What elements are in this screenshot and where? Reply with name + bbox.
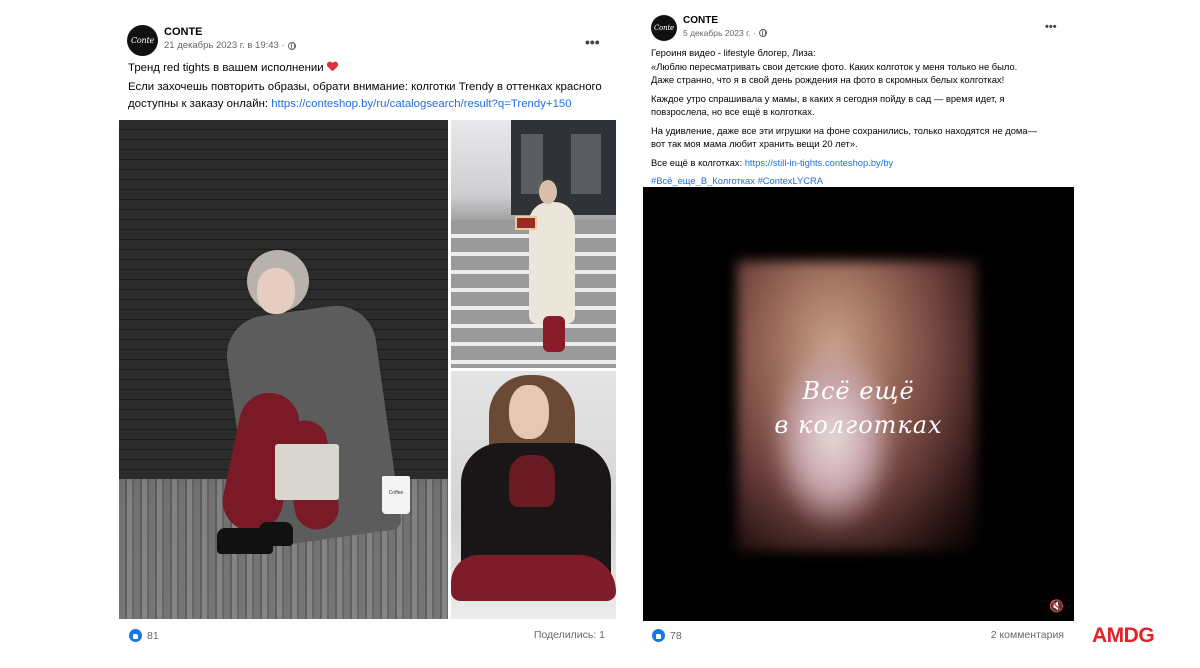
reactions[interactable]: 78 — [652, 629, 682, 642]
model-face — [257, 268, 295, 314]
photo-top-right[interactable] — [451, 120, 616, 368]
post-text: Героиня видео - lifestyle блогер, Лиза: … — [651, 46, 1075, 193]
post-line-2: Если захочешь повторить образы, обрати в… — [128, 81, 602, 93]
like-count: 78 — [670, 629, 682, 642]
model-legs — [543, 316, 565, 352]
photo-bottom-right[interactable] — [451, 371, 616, 619]
text-line: Каждое утро спрашивала у мамы, в каких я… — [651, 92, 1005, 104]
post-date-text[interactable]: 5 декабрь 2023 г. · — [683, 27, 756, 39]
text-line: Все ещё в колготках: — [651, 156, 745, 168]
globe-icon — [758, 29, 767, 37]
brand-logo: AMDG — [1092, 624, 1155, 647]
heart-icon — [327, 62, 338, 72]
post-date-text[interactable]: 21 декабрь 2023 г. в 19:43 · — [164, 39, 285, 52]
text-line: Героиня видео - lifestyle блогер, Лиза: — [651, 47, 816, 58]
post-line-3: доступны к заказу онлайн: — [128, 98, 272, 110]
model-face — [509, 385, 549, 439]
text-line: вот так моя мама любит хранить вещи 20 л… — [651, 138, 858, 149]
globe-icon — [287, 41, 296, 50]
campaign-link[interactable]: https://still-in-tights.conteshop.by/by — [745, 157, 894, 168]
post-line-1: Тренд red tights в вашем исполнении — [128, 62, 324, 74]
like-count: 81 — [147, 629, 159, 642]
video-player[interactable]: Всё ещё в колготках 🔇 — [643, 187, 1074, 621]
video-caption-line-2: в колготках — [774, 411, 943, 439]
post-left: Conte CONTE 21 декабрь 2023 г. в 19:43 ·… — [119, 18, 616, 648]
shares-count[interactable]: Поделились: 1 — [534, 629, 605, 641]
post-header: Conte CONTE 5 декабрь 2023 г. · — [651, 15, 767, 41]
bow — [509, 455, 555, 507]
photo-main[interactable]: Coffee — [119, 120, 448, 619]
post-right: Conte CONTE 5 декабрь 2023 г. · ••• Геро… — [643, 10, 1074, 650]
post-date[interactable]: 21 декабрь 2023 г. в 19:43 · — [164, 39, 296, 52]
model-legs — [451, 555, 616, 601]
avatar[interactable]: Conte — [127, 25, 158, 56]
hashtags[interactable]: #Всё_еще_В_Колготках #ContexLYCRA — [651, 175, 823, 186]
post-header: Conte CONTE 21 декабрь 2023 г. в 19:43 · — [127, 25, 296, 56]
handbag — [275, 444, 339, 500]
boot-2 — [259, 522, 293, 546]
like-icon — [129, 629, 142, 642]
text-line: «Люблю пересматривать свои детские фото.… — [651, 60, 1018, 72]
avatar[interactable]: Conte — [651, 15, 677, 41]
coffee-cup: Coffee — [382, 476, 410, 514]
gift-box — [515, 216, 537, 230]
comments-count[interactable]: 2 комментария — [991, 629, 1064, 641]
author-name[interactable]: CONTE — [683, 15, 767, 27]
more-options-button[interactable]: ••• — [585, 35, 600, 49]
building — [511, 120, 616, 215]
more-options-button[interactable]: ••• — [1045, 22, 1057, 33]
reactions[interactable]: 81 — [129, 629, 159, 642]
text-line: На удивление, даже все эти игрушки на фо… — [651, 124, 1037, 136]
catalog-link[interactable]: https://conteshop.by/ru/catalogsearch/re… — [271, 98, 571, 110]
video-caption-line-1: Всё ещё — [802, 377, 915, 405]
text-line: Даже странно, что я в свой день рождения… — [651, 74, 1005, 85]
cup-label: Coffee — [388, 490, 404, 496]
like-icon — [652, 629, 665, 642]
post-date[interactable]: 5 декабрь 2023 г. · — [683, 27, 767, 39]
model-face — [539, 180, 557, 204]
text-line: повзрослела, но все ещё в колготках. — [651, 106, 815, 117]
mute-icon[interactable]: 🔇 — [1049, 599, 1064, 613]
post-text: Тренд red tights в вашем исполнении Если… — [128, 60, 613, 115]
author-name[interactable]: CONTE — [164, 25, 296, 39]
